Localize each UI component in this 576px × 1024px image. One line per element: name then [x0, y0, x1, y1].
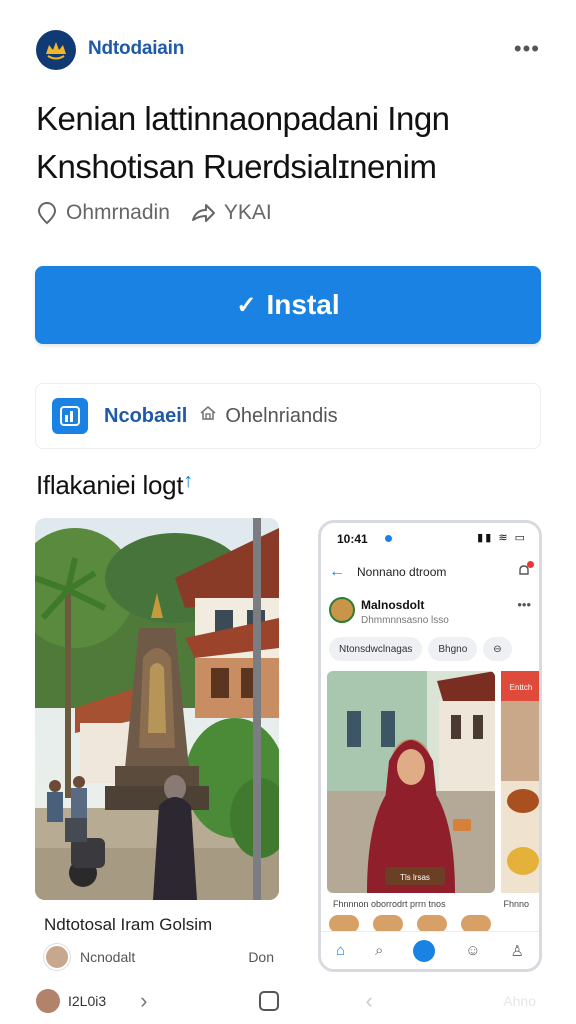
back-arrow-icon[interactable]: ←	[329, 563, 345, 581]
screenshot-1[interactable]	[35, 518, 279, 900]
app-name: Ndtodaiain	[88, 38, 185, 59]
avatar	[36, 989, 60, 1013]
top-header: Ndtodaiain •••	[0, 22, 576, 78]
side-thumbnails-image: Enttch	[501, 671, 539, 893]
chip-2[interactable]: Bhgno	[428, 637, 478, 661]
developer-name: Ncobaeil	[104, 404, 188, 427]
app-store-page: Ndtodaiain ••• Kenian lattinnaonpadani I…	[0, 0, 576, 1024]
chip-1[interactable]: Ntonsdwclnagas	[329, 637, 423, 661]
system-bar-right: Ahno	[503, 993, 536, 1009]
listing-title: Kenian lattinnaonpadani Ingn Knshotisan …	[36, 95, 546, 191]
chevron-right-icon[interactable]: ›	[140, 988, 147, 1014]
check-icon: ✓	[236, 291, 257, 319]
chat-icon[interactable]: ☺	[465, 942, 480, 959]
status-dot-icon	[385, 535, 392, 542]
chevron-left-icon[interactable]: ‹	[365, 988, 372, 1014]
meta-share: YKAI	[223, 201, 272, 224]
phone-main-photo: Tls lrsas	[327, 671, 495, 893]
system-bar-label: I2L0i3	[68, 993, 107, 1009]
developer-row[interactable]: Ncobaeil Ohelnriandis	[35, 383, 541, 449]
screenshot-1-caption: Ndtotosal Iram Golsim	[44, 915, 213, 934]
location-pin-icon	[36, 201, 58, 225]
crown-icon	[46, 42, 66, 60]
phone-time: 10:41	[337, 532, 368, 546]
screenshots-heading: Iflakaniei logt↑	[36, 470, 193, 501]
notification-icon[interactable]	[517, 560, 534, 581]
phone-top-bar: ← Nonnano dtroom	[321, 557, 539, 587]
photo-caption: Tls lrsas	[400, 873, 430, 882]
phone-caption-row: Fhnno Fhnnnon oborrodrt prrn tnos	[333, 899, 533, 909]
share-icon[interactable]	[190, 202, 216, 224]
chart-icon	[60, 406, 80, 426]
meta-location: Ohmrnadin	[66, 201, 170, 224]
home-icon[interactable]: ⌂	[336, 942, 345, 959]
square-icon[interactable]	[259, 991, 280, 1011]
profile-icon[interactable]: ♙	[511, 942, 524, 960]
install-button[interactable]: ✓ Instal	[35, 266, 541, 344]
profile-name: Malnosdolt	[361, 598, 425, 612]
install-label: Instal	[266, 289, 340, 320]
home-icon	[199, 404, 217, 428]
phone-side-thumbs: Enttch	[501, 671, 539, 893]
add-icon[interactable]	[413, 939, 436, 962]
phone-caption-right: Fhnno	[503, 899, 529, 909]
screenshot-1-username: Ncnodalt	[80, 949, 136, 965]
developer-subtitle: Ohelnriandis	[225, 404, 338, 427]
temple-scene-image	[35, 518, 279, 900]
search-icon[interactable]: ⌕	[375, 942, 383, 959]
chip-3[interactable]: ⊖	[483, 637, 512, 661]
arrow-up-icon: ↑	[183, 470, 193, 492]
phone-caption-left: Fhnnnon oborrodrt prrn tnos	[333, 899, 446, 909]
phone-top-title: Nonnano dtroom	[357, 565, 447, 579]
app-logo	[36, 30, 76, 70]
phone-screenshot[interactable]: 10:41 ▮▮ ≋ ▭ ← Nonnano dtroom Malnosdolt…	[318, 520, 542, 972]
more-options-icon[interactable]: •••	[514, 36, 540, 62]
title-line-2: Knshotisan Ruerdsialɪnenim	[36, 148, 437, 185]
profile-more-icon[interactable]: •••	[517, 597, 531, 612]
phone-profile-row: Malnosdolt Dhmmnnsasno lsso •••	[329, 595, 535, 631]
screenshot-1-right-label: Don	[248, 949, 274, 965]
profile-sub: Dhmmnnsasno lsso	[361, 615, 449, 626]
listing-meta: Ohmrnadin YKAI	[36, 198, 272, 228]
phone-chips: Ntonsdwclnagas Bhgno ⊖	[329, 637, 512, 663]
title-line-1: Kenian lattinnaonpadani Ingn	[36, 100, 450, 137]
system-bar: I2L0i3 › ‹ Ahno	[36, 982, 542, 1020]
avatar	[44, 944, 70, 970]
phone-bottom-nav: ⌂ ⌕ ☺ ♙	[321, 931, 539, 969]
side-tag: Enttch	[510, 683, 533, 692]
section-heading-text: Iflakaniei logt	[36, 470, 184, 500]
profile-avatar	[329, 597, 355, 623]
developer-logo	[52, 398, 88, 434]
screenshot-1-user: Ncnodalt Don	[44, 942, 280, 972]
phone-status-bar: 10:41 ▮▮ ≋ ▭	[321, 523, 539, 553]
signal-icon: ▮▮ ≋ ▭	[477, 532, 527, 544]
woman-photo-image: Tls lrsas	[327, 671, 495, 893]
